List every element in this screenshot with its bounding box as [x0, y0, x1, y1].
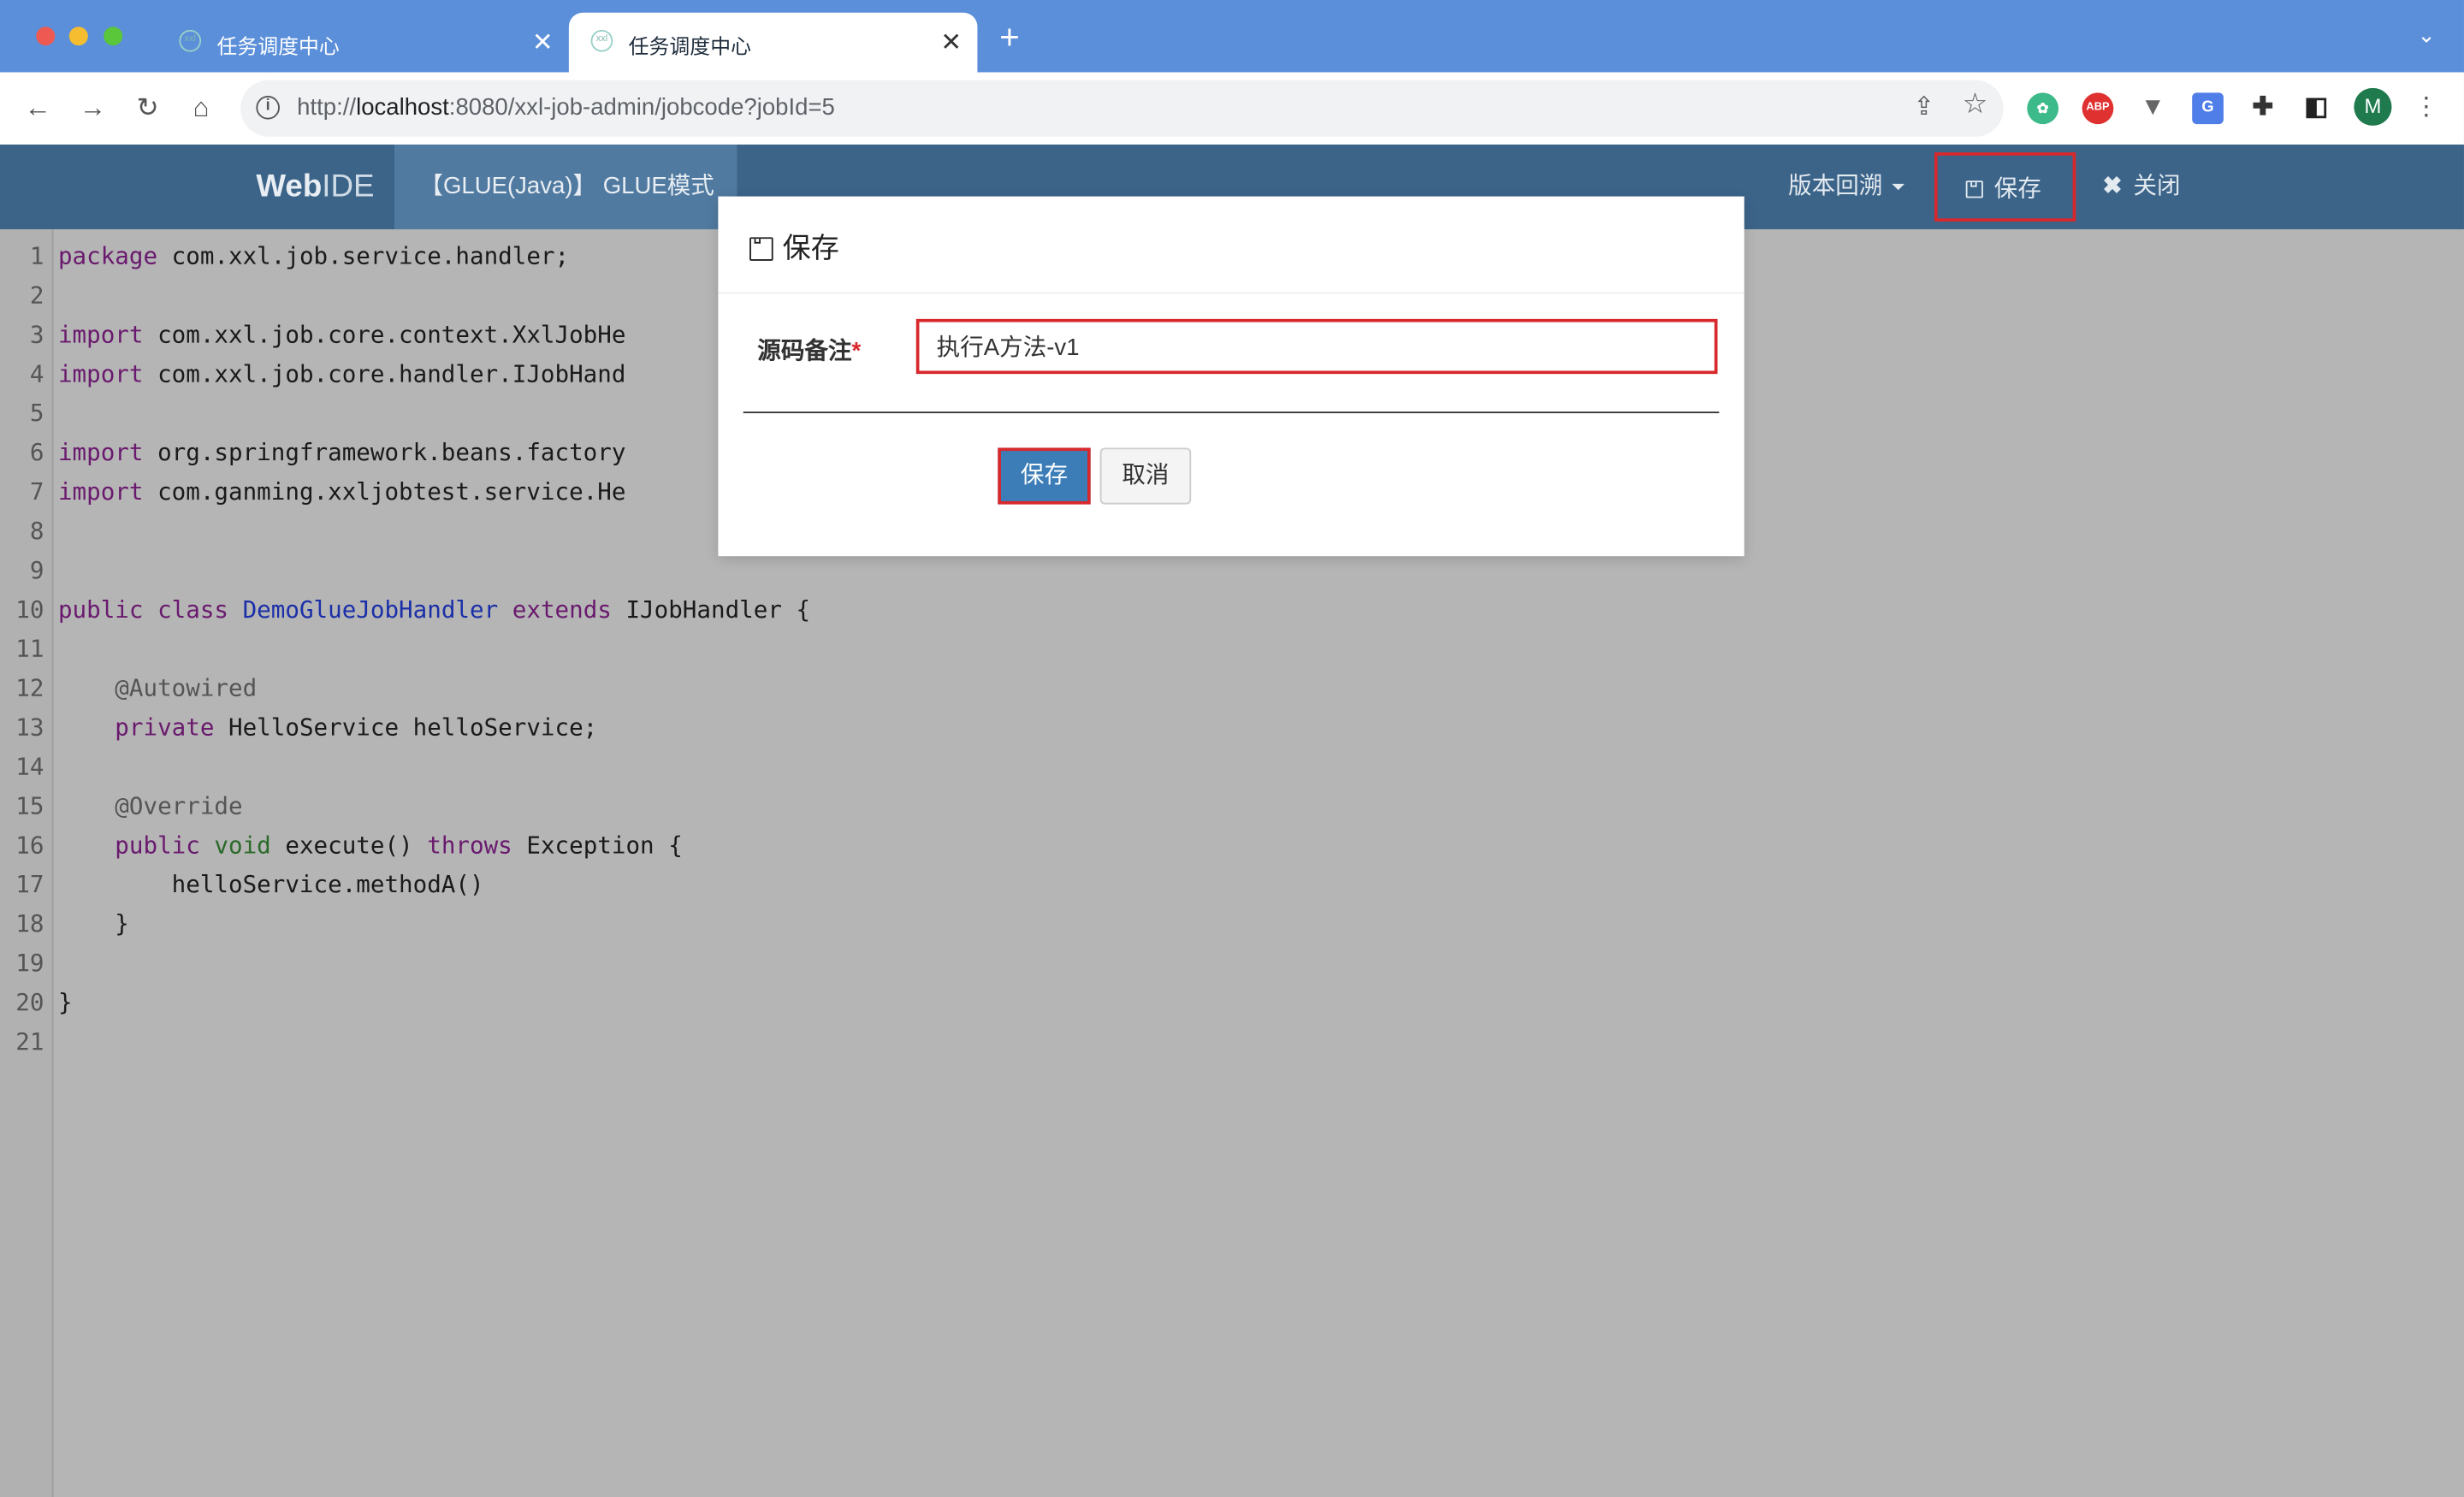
modal-divider [743, 411, 1720, 414]
code-line: 14 [15, 752, 44, 781]
site-info-icon[interactable]: i [256, 96, 280, 120]
source-remark-label: 源码备注* [757, 337, 862, 365]
xxl-favicon-icon: xxl [590, 29, 613, 52]
modal-title: 保存 [749, 226, 839, 267]
browser-toolbar: ← → ↻ ⌂ i http://localhost:8080/xxl-job-… [0, 72, 2464, 145]
share-icon[interactable]: ⇪ [1913, 92, 1934, 123]
back-arrow-icon[interactable]: ← [19, 90, 56, 127]
new-tab-button[interactable]: + [999, 20, 1020, 55]
puzzle-icon[interactable]: ✚ [2247, 92, 2278, 124]
home-icon[interactable]: ⌂ [182, 90, 220, 127]
code-line: 10 public class DemoGlueJobHandler extend… [15, 595, 811, 624]
adblock-icon[interactable]: ABP [2082, 92, 2114, 125]
translate-icon[interactable]: G [2192, 92, 2224, 125]
more-menu-icon[interactable]: ⋮ [2414, 92, 2438, 123]
bookmark-star-icon[interactable]: ☆ [1963, 88, 1988, 121]
code-line: 21 [15, 1027, 44, 1056]
tab-title: 任务调度中心 [216, 34, 340, 58]
sidepanel-icon[interactable]: ◧ [2301, 92, 2332, 124]
browser-tab-1[interactable]: xxl 任务调度中心 ✕ [157, 13, 569, 73]
close-tab-icon[interactable]: ✕ [532, 27, 554, 58]
forward-arrow-icon[interactable]: → [74, 90, 111, 127]
header-close-button[interactable]: ✖ 关闭 [2103, 145, 2181, 229]
save-modal: 保存 源码备注* 保存 取消 [718, 196, 1744, 557]
source-remark-input[interactable] [915, 318, 1718, 375]
code-line: 13 private HelloService helloService; [15, 713, 598, 742]
brand-logo[interactable]: WebIDE [256, 169, 374, 205]
browser-tabbar: xxl 任务调度中心 ✕ xxl 任务调度中心 ✕ + ⌄ [0, 0, 2464, 73]
url-text[interactable]: http://localhost:8080/xxl-job-admin/jobc… [297, 94, 835, 121]
modal-cancel-button[interactable]: 取消 [1099, 447, 1192, 505]
header-save-button[interactable]: 保存 [1934, 152, 2076, 222]
vue-devtools-icon[interactable]: ▼ [2137, 92, 2169, 124]
xxl-favicon-icon: xxl [179, 29, 202, 52]
minimize-window-button[interactable] [68, 27, 88, 46]
floppy-disk-icon [1965, 180, 1983, 198]
close-tab-icon[interactable]: ✕ [940, 27, 962, 58]
code-line: 15 @Override [15, 791, 243, 820]
caret-down-icon [1892, 183, 1905, 191]
browser-tab-2[interactable]: xxl 任务调度中心 ✕ [568, 12, 978, 73]
version-rollback-dropdown[interactable]: 版本回溯 [1788, 145, 1905, 229]
code-line: 17 helloService.methodA() [15, 870, 484, 899]
close-window-button[interactable] [36, 27, 56, 46]
glue-mode-label[interactable]: 【GLUE(Java)】 GLUE模式 [394, 144, 737, 230]
code-line: 16 public void execute() throws Exceptio… [15, 831, 683, 860]
tab-title: 任务调度中心 [628, 34, 751, 58]
modal-header: 保存 [718, 197, 1744, 294]
chrome-ext-icon[interactable]: ✿ [2027, 92, 2059, 125]
code-line: 19 [15, 949, 44, 978]
code-line: 20} [15, 988, 73, 1017]
address-bar[interactable]: i http://localhost:8080/xxl-job-admin/jo… [240, 80, 2004, 137]
maximize-window-button[interactable] [104, 27, 123, 46]
floppy-disk-icon [749, 237, 773, 261]
code-line: 18 } [15, 909, 129, 938]
tab-search-chevron-icon[interactable]: ⌄ [2417, 22, 2436, 49]
profile-avatar[interactable]: M [2354, 87, 2392, 126]
code-line: 9 [29, 556, 44, 585]
reload-icon[interactable]: ↻ [129, 90, 167, 127]
code-line: 12 @Autowired [15, 673, 258, 703]
modal-save-button[interactable]: 保存 [998, 447, 1091, 505]
close-x-icon: ✖ [2102, 173, 2123, 200]
required-asterisk: * [851, 337, 862, 365]
code-line: 11 [15, 635, 44, 664]
